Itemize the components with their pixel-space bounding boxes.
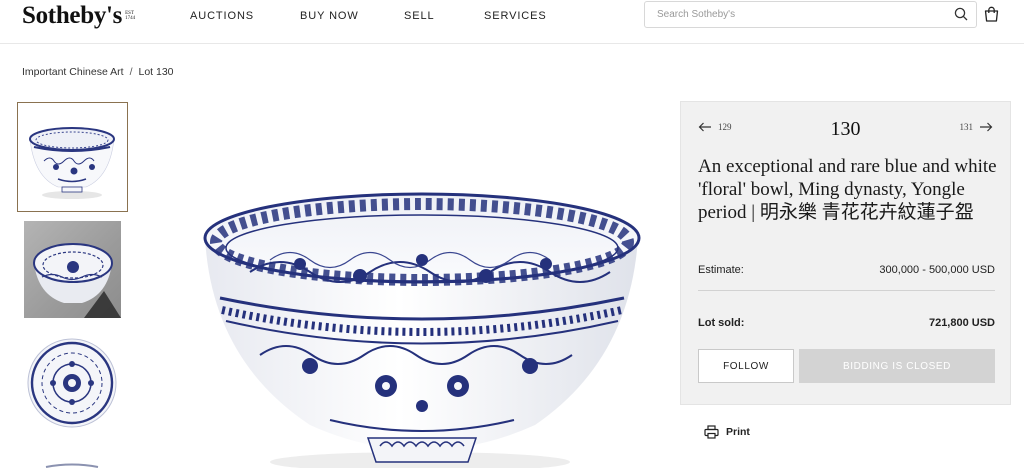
main-lot-image [190,180,650,468]
nav-auctions[interactable]: AUCTIONS [190,10,254,22]
logo-est: EST 1744 [125,10,136,22]
print-label: Print [726,426,750,438]
lot-title: An exceptional and rare blue and white '… [698,156,997,223]
estimate-row: Estimate: 300,000 - 500,000 USD [698,264,995,276]
next-lot-link[interactable]: 131 [960,122,994,132]
breadcrumb-lot: Lot 130 [138,66,174,78]
breadcrumb-sale[interactable]: Important Chinese Art [22,66,124,78]
thumbnail-3[interactable] [24,334,121,431]
bowl-front-thumbnail [29,127,115,199]
sothebys-logo[interactable]: Sotheby's EST 1744 [22,2,136,30]
follow-button[interactable]: FOLLOW [698,349,794,383]
estimate-value: 300,000 - 500,000 USD [879,264,995,276]
bowl-interior-thumbnail [33,243,121,318]
nav-buy-now[interactable]: BUY NOW [300,10,359,22]
shopping-bag-icon[interactable] [984,6,999,27]
bowl-detail-thumbnail [45,463,99,468]
site-header: Sotheby's EST 1744 AUCTIONS BUY NOW SELL… [0,0,1024,44]
breadcrumb-separator: / [129,66,133,78]
lot-sold-value: 721,800 USD [928,317,995,329]
breadcrumb: Important Chinese Art / Lot 130 [22,66,174,78]
search-input[interactable] [645,2,935,27]
nav-services[interactable]: SERVICES [484,10,547,22]
printer-icon [704,425,719,439]
search-box [644,1,977,28]
lot-sold-label: Lot sold: [698,317,745,329]
bowl-top-thumbnail [27,338,117,428]
bidding-closed-button: BIDDING IS CLOSED [799,349,995,383]
thumbnail-1[interactable] [17,102,128,212]
divider [698,290,995,291]
thumbnail-4[interactable] [24,448,121,468]
nav-sell[interactable]: SELL [404,10,435,22]
lot-navigation: 129 130 131 [681,118,1010,142]
lot-sold-row: Lot sold: 721,800 USD [698,317,995,329]
blue-white-bowl-illustration [203,192,641,468]
logo-text: Sotheby's [22,2,123,29]
estimate-label: Estimate: [698,264,744,276]
next-lot-number: 131 [959,122,974,132]
search-icon[interactable] [954,7,968,26]
thumbnail-2[interactable] [24,221,121,318]
arrow-right-icon [980,122,993,132]
lot-info-panel: 129 130 131 An exceptional and rare blue… [680,101,1011,405]
print-link[interactable]: Print [704,425,750,439]
